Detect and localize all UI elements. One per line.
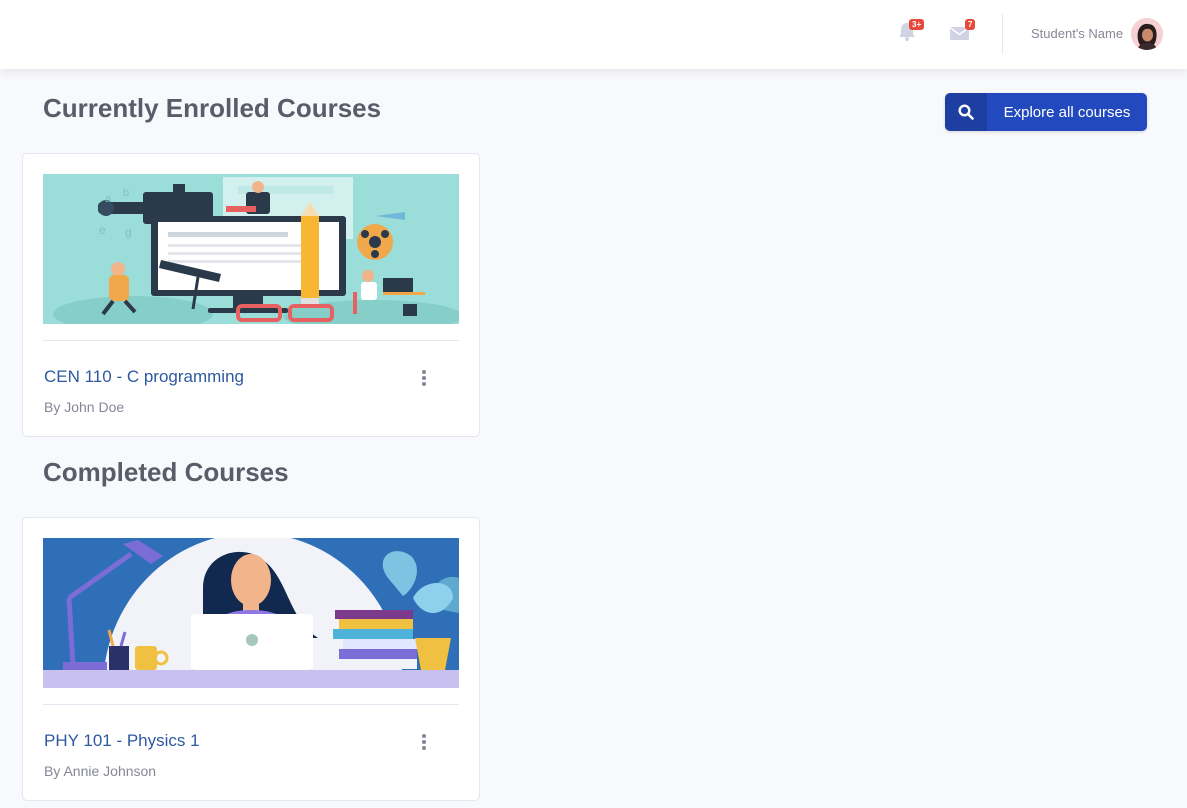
course-title-link[interactable]: CEN 110 - C programming (44, 367, 244, 387)
search-icon (958, 104, 974, 120)
course-options-button[interactable] (416, 368, 432, 388)
avatar[interactable] (1131, 18, 1163, 50)
kebab-dot (422, 382, 426, 386)
svg-text:a: a (105, 193, 112, 205)
card-divider (43, 704, 459, 705)
explore-button-label: Explore all courses (1003, 103, 1131, 121)
completed-courses-title: Completed Courses (43, 457, 289, 487)
user-name[interactable]: Student's Name (1031, 26, 1123, 41)
explore-icon-wrap (945, 93, 987, 131)
course-card-completed-1: PHY 101 - Physics 1 By Annie Johnson (22, 517, 480, 801)
course-thumbnail-cprog[interactable]: a b e g (43, 174, 459, 324)
kebab-dot (422, 376, 426, 380)
course-author: By Annie Johnson (44, 763, 157, 779)
topbar: 3+ 7 Student's Name (0, 0, 1187, 69)
explore-all-courses-button[interactable]: Explore all courses (945, 93, 1147, 131)
topbar-divider (1002, 14, 1003, 54)
kebab-dot (422, 746, 426, 750)
svg-text:b: b (123, 187, 129, 199)
kebab-dot (422, 370, 426, 374)
course-card-enrolled-1: a b e g CEN 110 - C programming By John … (22, 153, 480, 437)
course-title-link[interactable]: PHY 101 - Physics 1 (44, 731, 200, 751)
notifications-badge: 3+ (909, 19, 925, 30)
kebab-dot (422, 734, 426, 738)
notifications-button[interactable]: 3+ (898, 19, 925, 47)
messages-badge: 7 (965, 19, 976, 30)
card-divider (43, 340, 459, 341)
kebab-dot (422, 740, 426, 744)
svg-text:e: e (99, 223, 106, 237)
messages-button[interactable]: 7 (950, 19, 976, 46)
course-thumbnail-physics[interactable] (43, 538, 459, 688)
course-author: By John Doe (44, 399, 125, 415)
enrolled-courses-title: Currently Enrolled Courses (43, 93, 382, 123)
svg-text:g: g (125, 225, 132, 239)
course-options-button[interactable] (416, 732, 432, 752)
